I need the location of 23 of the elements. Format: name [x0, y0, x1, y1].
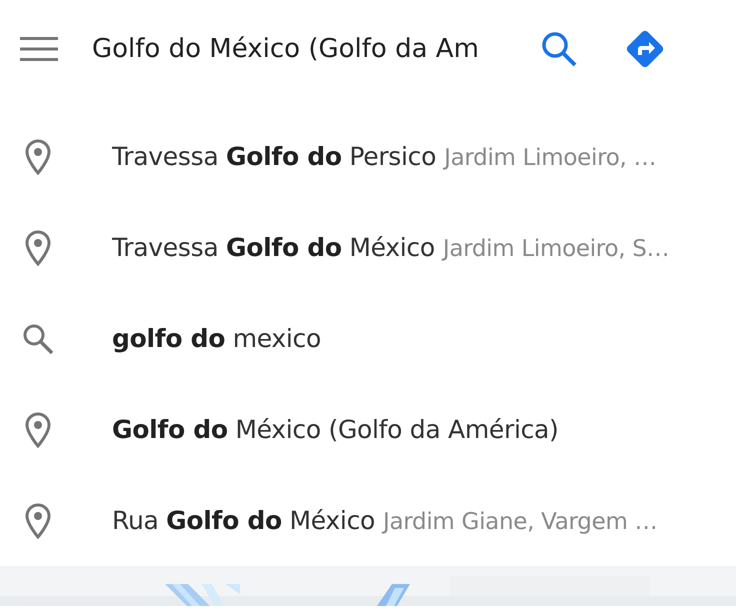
suggestion-item[interactable]: golfo do mexico [0, 293, 736, 384]
suggestion-address: Jardim Limoeiro, … [444, 145, 656, 171]
suggestion-item[interactable]: Golfo do México (Golfo da América) [0, 384, 736, 475]
menu-icon [20, 37, 58, 61]
suggestion-title: Travessa Golfo do Persico [112, 142, 436, 171]
menu-button[interactable] [20, 37, 58, 61]
suggestion-address: Jardim Limoeiro, S… [442, 236, 670, 262]
suggestion-item[interactable]: Travessa Golfo do Persico Jardim Limoeiro, … [0, 111, 736, 202]
suggestion-title: Travessa Golfo do México [112, 233, 435, 262]
location-pin-icon [25, 138, 51, 174]
suggestion-item[interactable]: Rua Golfo do México Jardim Giane, Vargem … [0, 475, 736, 566]
search-icon [540, 30, 578, 68]
search-icon [22, 322, 54, 354]
location-pin-icon [25, 502, 51, 538]
suggestion-title: Rua Golfo do México [112, 506, 376, 535]
location-pin-icon [25, 412, 51, 448]
search-button[interactable] [540, 30, 578, 68]
suggestion-item[interactable]: Travessa Golfo do México Jardim Limoeiro, S… [0, 202, 736, 293]
suggestion-address: Jardim Giane, Vargem … [383, 509, 658, 535]
suggestion-title: Golfo do México (Golfo da América) [112, 415, 559, 444]
location-pin-icon [25, 230, 51, 266]
search-field[interactable]: Golfo do México (Golfo da Am [92, 34, 522, 64]
suggestion-title: golfo do mexico [112, 324, 322, 353]
